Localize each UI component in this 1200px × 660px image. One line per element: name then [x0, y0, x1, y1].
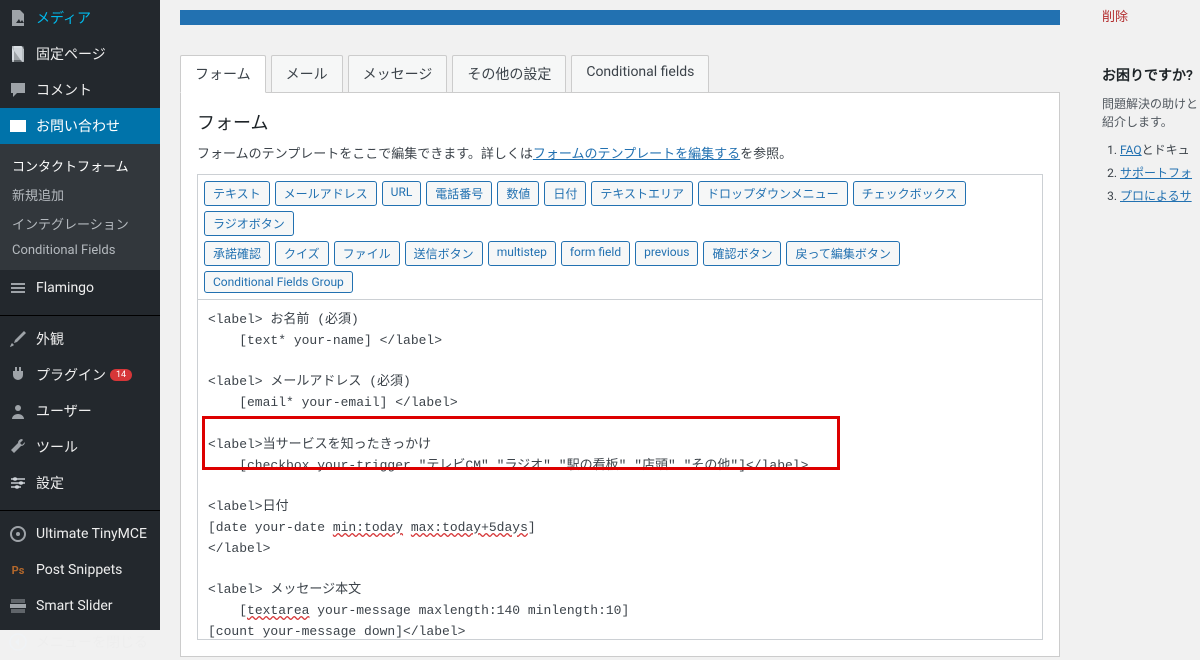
sidebar-label: Post Snippets	[36, 562, 122, 578]
update-badge: 14	[110, 369, 132, 381]
tools-icon	[8, 437, 28, 457]
media-icon	[8, 8, 28, 28]
submenu-item-add[interactable]: 新規追加	[0, 180, 160, 209]
notice-bar	[180, 10, 1060, 25]
tag-text[interactable]: テキスト	[204, 181, 270, 206]
sidebar-item-appearance[interactable]: 外観	[0, 321, 160, 357]
tab-other[interactable]: その他の設定	[452, 55, 566, 93]
users-icon	[8, 401, 28, 421]
help-links: FAQとドキュ サポートフォ プロによるサ	[1102, 141, 1200, 204]
sidebar-label: 固定ページ	[36, 44, 106, 64]
sidebar-item-plugins[interactable]: プラグイン 14	[0, 357, 160, 393]
form-template-textarea[interactable]: <label> お名前 (必須) [text* your-name] </lab…	[197, 300, 1043, 640]
sidebar-item-collapse[interactable]: メニューを閉じる	[0, 624, 160, 660]
comment-icon	[8, 80, 28, 100]
sidebar-label: Ultimate TinyMCE	[36, 526, 147, 542]
tag-quiz[interactable]: クイズ	[275, 241, 329, 266]
tag-row: 承諾確認 クイズ ファイル 送信ボタン multistep form field…	[204, 241, 1036, 293]
tag-textarea[interactable]: テキストエリア	[591, 181, 693, 206]
sidebar-label: ツール	[36, 437, 78, 457]
collapse-icon	[8, 632, 28, 652]
tag-acceptance[interactable]: 承諾確認	[204, 241, 270, 266]
tag-row: テキスト メールアドレス URL 電話番号 数値 日付 テキストエリア ドロップ…	[204, 181, 1036, 236]
tinymce-icon	[8, 524, 28, 544]
main-content: フォーム メール メッセージ その他の設定 Conditional fields…	[160, 0, 1200, 630]
sidebar-item-users[interactable]: ユーザー	[0, 393, 160, 429]
sidebar-label: ユーザー	[36, 401, 92, 421]
tag-email[interactable]: メールアドレス	[275, 181, 377, 206]
submenu-item-integration[interactable]: インテグレーション	[0, 209, 160, 238]
admin-sidebar: メディア 固定ページ コメント お問い合わせ コンタクトフォーム 新規追加 イン…	[0, 0, 160, 630]
help-box: お困りですか? 問題解決の助けと紹介します。 FAQとドキュ サポートフォ プロ…	[1102, 65, 1200, 204]
tag-checkbox[interactable]: チェックボックス	[853, 181, 967, 206]
sidebar-item-media[interactable]: メディア	[0, 0, 160, 36]
flamingo-icon	[8, 278, 28, 298]
sidebar-label: メディア	[36, 8, 91, 28]
tag-file[interactable]: ファイル	[334, 241, 400, 266]
sidebar-item-tinymce[interactable]: Ultimate TinyMCE	[0, 516, 160, 552]
submenu-item-conditional[interactable]: Conditional Fields	[0, 238, 160, 263]
tabs: フォーム メール メッセージ その他の設定 Conditional fields	[180, 55, 1060, 93]
template-edit-link[interactable]: フォームのテンプレートを編集する	[533, 147, 740, 162]
tag-number[interactable]: 数値	[497, 181, 539, 206]
separator	[0, 311, 160, 316]
sidebar-item-pages[interactable]: 固定ページ	[0, 36, 160, 72]
tag-back[interactable]: 戻って編集ボタン	[786, 241, 899, 266]
panel-heading: フォーム	[197, 109, 1043, 135]
help-link-item: プロによるサ	[1120, 187, 1200, 204]
ps-icon: Ps	[8, 560, 28, 580]
separator	[0, 506, 160, 511]
faq-link[interactable]: FAQ	[1120, 143, 1142, 157]
tag-radio[interactable]: ラジオボタン	[204, 211, 294, 236]
sidebar-label: 外観	[36, 329, 64, 349]
tag-multistep[interactable]: multistep	[488, 241, 556, 266]
tag-confirm[interactable]: 確認ボタン	[703, 241, 781, 266]
sidebar-item-contact[interactable]: お問い合わせ	[0, 108, 160, 144]
brush-icon	[8, 329, 28, 349]
sidebar-label: 設定	[36, 473, 64, 493]
page-icon	[8, 44, 28, 64]
tag-tel[interactable]: 電話番号	[426, 181, 492, 206]
pro-link[interactable]: プロによるサ	[1120, 189, 1192, 203]
tab-messages[interactable]: メッセージ	[348, 55, 448, 93]
right-sidebar: 削除 お困りですか? 問題解決の助けと紹介します。 FAQとドキュ サポートフォ…	[1092, 0, 1200, 210]
tag-previous[interactable]: previous	[635, 241, 698, 266]
help-link-item: サポートフォ	[1120, 164, 1200, 181]
sidebar-item-comments[interactable]: コメント	[0, 72, 160, 108]
submenu-head[interactable]: コンタクトフォーム	[0, 151, 160, 180]
help-link-item: FAQとドキュ	[1120, 141, 1200, 158]
plugin-icon	[8, 365, 28, 385]
mail-icon	[8, 116, 28, 136]
tag-url[interactable]: URL	[382, 181, 422, 206]
sidebar-label: コメント	[36, 80, 92, 100]
tag-cfgroup[interactable]: Conditional Fields Group	[204, 271, 353, 293]
tab-conditional[interactable]: Conditional fields	[571, 55, 709, 93]
sidebar-item-flamingo[interactable]: Flamingo	[0, 270, 160, 306]
sidebar-label: メニューを閉じる	[36, 632, 148, 652]
tag-submit[interactable]: 送信ボタン	[405, 241, 483, 266]
sidebar-item-postsnippets[interactable]: Ps Post Snippets	[0, 552, 160, 588]
help-title: お困りですか?	[1102, 65, 1200, 85]
delete-link[interactable]: 削除	[1102, 6, 1200, 25]
sidebar-submenu: コンタクトフォーム 新規追加 インテグレーション Conditional Fie…	[0, 144, 160, 270]
tab-mail[interactable]: メール	[271, 55, 343, 93]
sidebar-item-tools[interactable]: ツール	[0, 429, 160, 465]
tag-dropdown[interactable]: ドロップダウンメニュー	[698, 181, 848, 206]
sidebar-item-smartslider[interactable]: Smart Slider	[0, 588, 160, 624]
gear-icon	[8, 473, 28, 493]
help-desc: 問題解決の助けと紹介します。	[1102, 95, 1200, 131]
support-link[interactable]: サポートフォ	[1120, 166, 1192, 180]
sidebar-item-settings[interactable]: 設定	[0, 465, 160, 501]
sidebar-label: Smart Slider	[36, 598, 113, 614]
panel-description: フォームのテンプレートをここで編集できます。詳しくはフォームのテンプレートを編集…	[197, 143, 1043, 162]
form-panel: フォーム フォームのテンプレートをここで編集できます。詳しくはフォームのテンプレ…	[180, 93, 1060, 657]
smart-icon	[8, 596, 28, 616]
sidebar-label: Flamingo	[36, 280, 94, 296]
tag-formfield[interactable]: form field	[561, 241, 630, 266]
tag-generator: テキスト メールアドレス URL 電話番号 数値 日付 テキストエリア ドロップ…	[197, 174, 1043, 300]
tab-form[interactable]: フォーム	[180, 55, 266, 93]
sidebar-label: プラグイン	[36, 365, 106, 385]
tag-date[interactable]: 日付	[544, 181, 586, 206]
sidebar-label: お問い合わせ	[36, 116, 120, 136]
